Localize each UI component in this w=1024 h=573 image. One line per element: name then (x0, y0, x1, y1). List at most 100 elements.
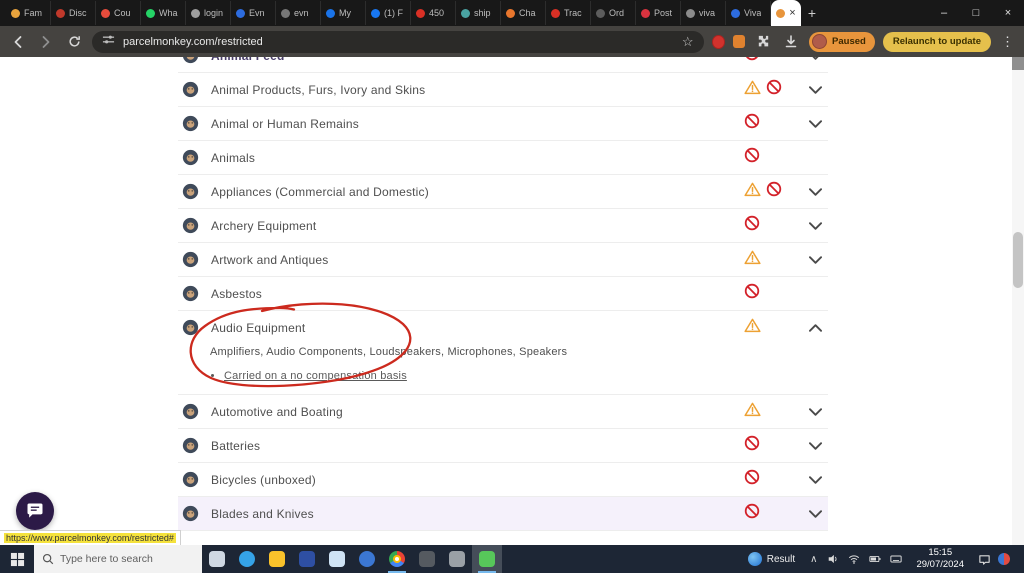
restricted-item-row[interactable]: Archery Equipment (178, 209, 828, 242)
taskbar-app-chrome[interactable] (382, 545, 412, 573)
volume-icon[interactable] (826, 552, 840, 566)
window-controls: – □ × (928, 0, 1024, 26)
reload-icon[interactable] (64, 32, 84, 52)
browser-tab[interactable]: Evn (231, 1, 276, 25)
site-settings-icon[interactable] (102, 33, 115, 51)
maximize-button[interactable]: □ (960, 0, 992, 26)
tray-app-icon[interactable] (998, 553, 1010, 565)
taskbar-app-edge[interactable] (232, 545, 262, 573)
active-tab[interactable]: × (771, 0, 801, 26)
restricted-item-row[interactable]: Batteries (178, 429, 828, 462)
browser-tab[interactable]: login (186, 1, 231, 25)
action-center-icon[interactable] (977, 552, 991, 566)
browser-tab[interactable]: Trac (546, 1, 591, 25)
battery-icon[interactable] (868, 552, 882, 566)
browser-tab[interactable]: ship (456, 1, 501, 25)
close-button[interactable]: × (992, 0, 1024, 26)
chevron-down-icon[interactable] (809, 57, 822, 60)
chevron-up-icon[interactable] (809, 323, 822, 332)
chat-widget-button[interactable] (16, 492, 54, 530)
restricted-item: Automotive and Boating (178, 395, 828, 429)
news-widget[interactable]: Result (742, 552, 801, 566)
forward-icon[interactable] (36, 32, 56, 52)
taskbar-app-app-gray[interactable] (442, 545, 472, 573)
chevron-down-icon[interactable] (809, 187, 822, 196)
chevron-down-icon[interactable] (809, 85, 822, 94)
scrollbar-up-button[interactable] (1012, 57, 1024, 70)
browser-tab[interactable]: Ord (591, 1, 636, 25)
browser-tab[interactable]: Wha (141, 1, 186, 25)
parcelmonkey-item-icon (182, 217, 199, 234)
chevron-down-icon[interactable] (809, 475, 822, 484)
chevron-down-icon[interactable] (809, 119, 822, 128)
taskbar-app-file-explorer[interactable] (262, 545, 292, 573)
taskbar-app-task-view[interactable] (202, 545, 232, 573)
relaunch-label: Relaunch to update (892, 36, 981, 47)
browser-tab[interactable]: Disc (51, 1, 96, 25)
relaunch-to-update-button[interactable]: Relaunch to update (882, 31, 991, 52)
tab-close-icon[interactable]: × (789, 7, 795, 19)
restricted-item-row[interactable]: Animal Products, Furs, Ivory and Skins (178, 73, 828, 106)
profile-paused-button[interactable]: Paused (809, 31, 875, 52)
restricted-item-row[interactable]: Appliances (Commercial and Domestic) (178, 175, 828, 208)
restricted-item-row[interactable]: Blades and Knives (178, 497, 828, 530)
scrollbar-thumb[interactable] (1013, 232, 1023, 288)
chevron-down-icon[interactable] (809, 255, 822, 264)
chevron-down-icon[interactable] (809, 509, 822, 518)
back-icon[interactable] (8, 32, 28, 52)
network-icon[interactable] (847, 552, 861, 566)
restricted-item-row[interactable]: Artwork and Antiques (178, 243, 828, 276)
taskbar-app-browser-app[interactable] (352, 545, 382, 573)
taskbar-search[interactable] (34, 545, 202, 573)
browser-tab[interactable]: 450 (411, 1, 456, 25)
restricted-item-row[interactable]: Animal or Human Remains (178, 107, 828, 140)
tab-favicon (101, 8, 110, 18)
browser-tab[interactable]: Post (636, 1, 681, 25)
restricted-item-row[interactable]: Animals (178, 141, 828, 174)
details-link[interactable]: Carried on a no compensation basis (224, 370, 828, 382)
restricted-item-label: Batteries (211, 438, 261, 453)
restricted-item-row[interactable]: Audio Equipment (178, 311, 828, 344)
restricted-item-label: Animal Feed (211, 57, 285, 63)
parcelmonkey-item-icon (182, 57, 199, 64)
restricted-item-row[interactable]: Bicycles (unboxed) (178, 463, 828, 496)
restricted-item-row[interactable]: Automotive and Boating (178, 395, 828, 428)
restricted-item-row[interactable]: Asbestos (178, 277, 828, 310)
taskbar-app-mail[interactable] (322, 545, 352, 573)
chevron-down-icon[interactable] (809, 221, 822, 230)
browser-tab[interactable]: evn (276, 1, 321, 25)
taskbar-app-wechat[interactable] (472, 545, 502, 573)
bookmark-star-icon[interactable]: ☆ (682, 34, 694, 50)
tray-expand-icon[interactable]: ∧ (808, 554, 819, 565)
keyboard-language-icon[interactable] (889, 552, 903, 566)
status-link-preview: https://www.parcelmonkey.com/restricted# (0, 530, 181, 545)
browser-tab[interactable]: (1) F (366, 1, 411, 25)
browser-tab[interactable]: Cou (96, 1, 141, 25)
page-scrollbar[interactable] (1012, 57, 1024, 545)
browser-tab[interactable]: My (321, 1, 366, 25)
chevron-down-icon[interactable] (809, 407, 822, 416)
browser-tab[interactable]: Viva (726, 1, 771, 25)
new-tab-button[interactable]: + (801, 2, 823, 24)
start-button[interactable] (0, 545, 34, 573)
extensions-puzzle-icon[interactable] (753, 32, 773, 52)
tab-favicon (686, 8, 695, 18)
prohibited-icon (744, 147, 760, 168)
taskbar-clock[interactable]: 15:15 29/07/2024 (910, 547, 970, 571)
downloads-icon[interactable] (781, 32, 801, 52)
extension-icon[interactable] (732, 35, 746, 48)
url-text[interactable]: parcelmonkey.com/restricted (123, 36, 674, 48)
browser-tab[interactable]: viva (681, 1, 726, 25)
minimize-button[interactable]: – (928, 0, 960, 26)
browser-tab[interactable]: Cha (501, 1, 546, 25)
browser-menu-icon[interactable]: ⋮ (999, 34, 1016, 50)
taskbar-app-app-dark[interactable] (412, 545, 442, 573)
search-input[interactable] (60, 553, 180, 565)
taskbar-app-store[interactable] (292, 545, 322, 573)
restricted-item-row[interactable]: Animal Feed (178, 57, 828, 72)
address-bar[interactable]: parcelmonkey.com/restricted ☆ (92, 30, 704, 53)
browser-tab[interactable]: Fam (6, 1, 51, 25)
adblock-extension-icon[interactable] (711, 34, 725, 49)
prohibited-icon (744, 469, 760, 490)
chevron-down-icon[interactable] (809, 441, 822, 450)
